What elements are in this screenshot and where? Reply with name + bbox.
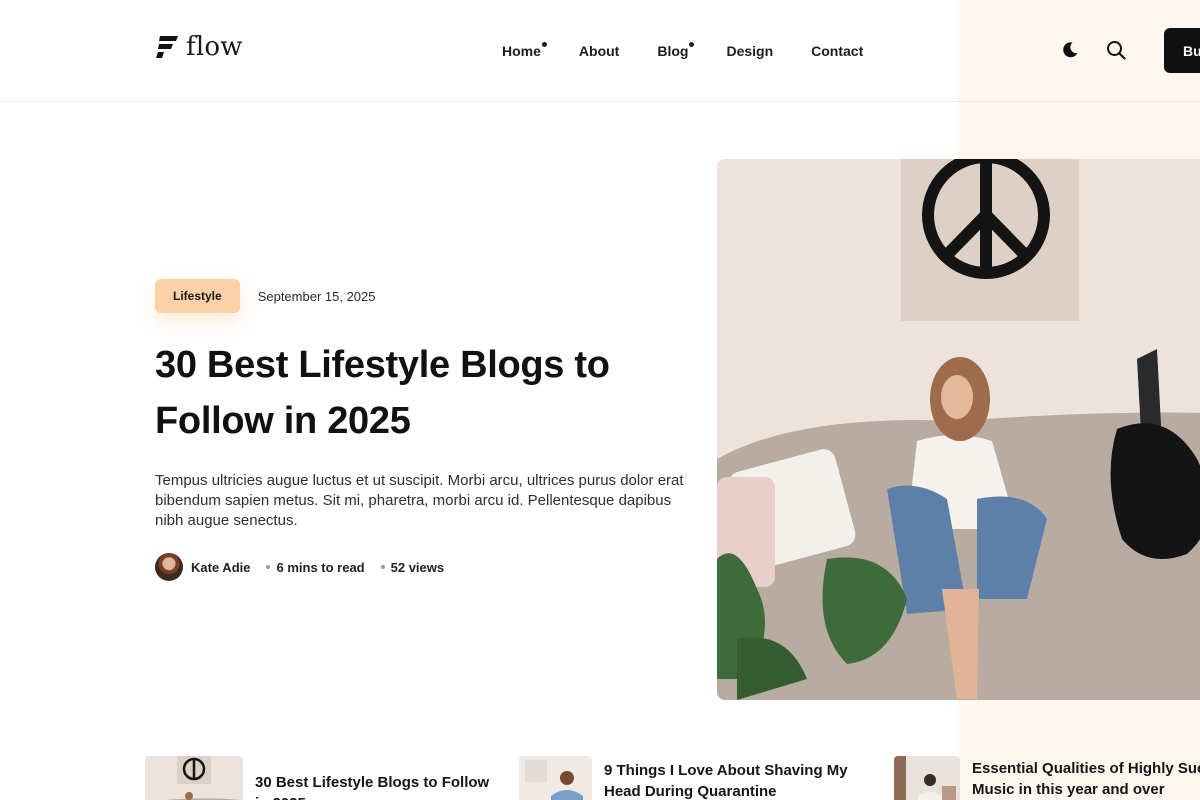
- nav-item-contact[interactable]: Contact: [811, 42, 863, 60]
- post-card[interactable]: 9 Things I Love About Shaving My Head Du…: [519, 756, 874, 800]
- nav-item-blog[interactable]: Blog: [657, 42, 695, 60]
- post-photo: [519, 756, 592, 800]
- moon-icon: [1063, 42, 1078, 58]
- read-time: 6 mins to read: [276, 559, 365, 575]
- author-row: Kate Adie 6 mins to read 52 views: [155, 553, 695, 581]
- separator-dot-icon: [380, 565, 385, 569]
- post-title[interactable]: 30 Best Lifestyle Blogs to Follow in 202…: [255, 772, 495, 800]
- main-nav: Home About Blog Design Contact: [502, 42, 901, 60]
- theme-toggle-button[interactable]: [1058, 38, 1082, 62]
- post-thumbnail[interactable]: [519, 756, 592, 800]
- dropdown-dot-icon: [689, 42, 695, 47]
- featured-image[interactable]: [717, 159, 1200, 700]
- post-meta: Lifestyle September 15, 2025: [155, 279, 695, 313]
- post-photo: [894, 756, 960, 800]
- post-thumbnail[interactable]: [145, 756, 243, 800]
- author-name[interactable]: Kate Adie: [191, 560, 250, 575]
- featured-photo: [717, 159, 1200, 700]
- search-icon: [1107, 41, 1126, 60]
- search-button[interactable]: [1104, 38, 1128, 62]
- site-header: flow Home About Blog Design Contact Bu: [0, 0, 1200, 102]
- post-card[interactable]: Essential Qualities of Highly Successful…: [894, 756, 1200, 800]
- post-date: September 15, 2025: [257, 288, 376, 304]
- avatar[interactable]: [155, 553, 183, 581]
- post-photo: [145, 756, 243, 800]
- nav-item-home[interactable]: Home: [502, 42, 547, 60]
- nav-item-about[interactable]: About: [579, 42, 619, 60]
- featured-title[interactable]: 30 Best Lifestyle Blogs to Follow in 202…: [155, 337, 695, 449]
- post-card[interactable]: 30 Best Lifestyle Blogs to Follow in 202…: [145, 756, 495, 800]
- flow-logo-icon: [156, 36, 178, 58]
- category-badge[interactable]: Lifestyle: [155, 279, 240, 313]
- dropdown-dot-icon: [541, 42, 547, 47]
- post-thumbnail[interactable]: [894, 756, 960, 800]
- brand-logo[interactable]: flow: [156, 34, 243, 60]
- separator-dot-icon: [266, 565, 271, 569]
- view-count: 52 views: [390, 559, 445, 575]
- brand-name: flow: [186, 32, 243, 62]
- nav-item-design[interactable]: Design: [726, 42, 773, 60]
- featured-excerpt: Tempus ultricies augue luctus et ut susc…: [155, 472, 684, 529]
- post-title[interactable]: Essential Qualities of Highly Successful…: [972, 758, 1200, 800]
- post-title[interactable]: 9 Things I Love About Shaving My Head Du…: [604, 760, 874, 800]
- buy-button[interactable]: Bu: [1164, 28, 1200, 73]
- featured-post: Lifestyle September 15, 2025 30 Best Lif…: [155, 279, 695, 581]
